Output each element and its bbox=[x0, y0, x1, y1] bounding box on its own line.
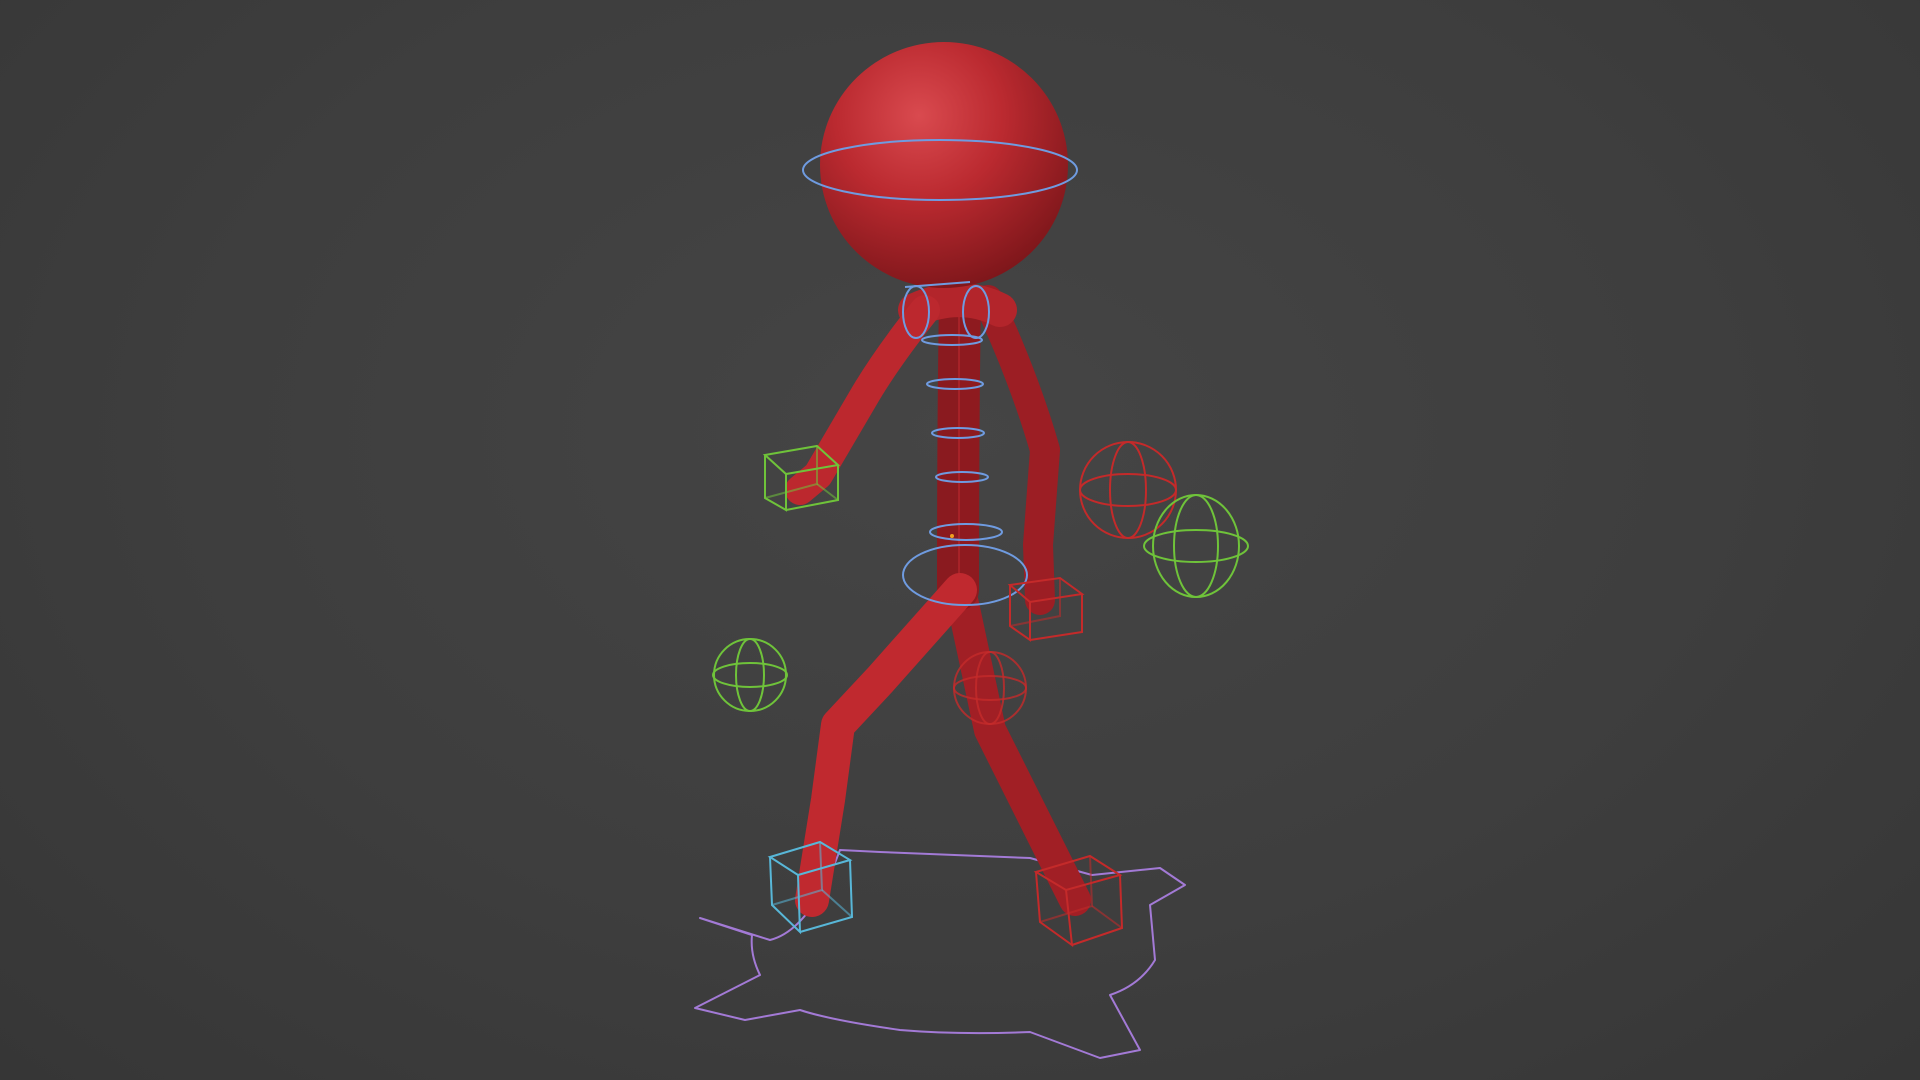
viewport-canvas[interactable] bbox=[0, 0, 1920, 1080]
elbow-pole-left[interactable] bbox=[1143, 494, 1249, 598]
left-arm bbox=[785, 295, 940, 505]
elbow-pole-right[interactable] bbox=[1079, 441, 1177, 539]
knee-pole-left[interactable] bbox=[712, 638, 788, 712]
head bbox=[820, 42, 1068, 288]
right-arm bbox=[973, 285, 1060, 615]
3d-viewport[interactable] bbox=[0, 0, 1920, 1080]
root-control[interactable] bbox=[694, 849, 1186, 1059]
